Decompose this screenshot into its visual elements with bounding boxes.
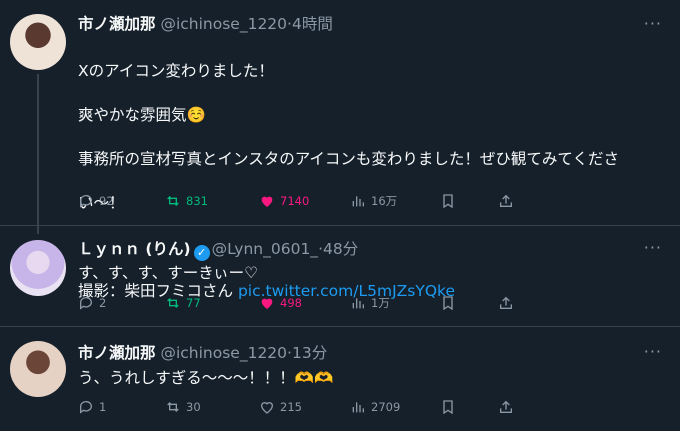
reply-button[interactable]: 2 [78, 295, 106, 311]
retweet-button[interactable]: 77 [165, 295, 201, 311]
tweet-3[interactable]: 市ノ瀬加那 @ichinose_1220·13分 ··· う、うれしすぎる〜〜〜… [0, 327, 680, 431]
action-bar: 1 30 215 2709 [78, 399, 518, 415]
timestamp[interactable]: 4時間 [292, 15, 333, 33]
avatar[interactable] [10, 240, 66, 296]
share-icon [500, 296, 512, 309]
bookmark-icon [443, 400, 453, 415]
reply-button[interactable]: 1 [78, 399, 106, 415]
reply-count: 1 [99, 400, 107, 414]
share-button[interactable] [498, 193, 519, 209]
views-button[interactable]: 16万 [350, 193, 397, 209]
retweet-icon [167, 298, 179, 308]
retweet-count: 831 [186, 194, 208, 208]
reply-icon [79, 297, 92, 310]
retweet-count: 77 [186, 296, 201, 310]
bookmark-button[interactable] [440, 193, 461, 209]
views-chart-icon [352, 402, 364, 413]
share-button[interactable] [498, 399, 519, 415]
user-handle[interactable]: @ichinose_1220 [160, 344, 287, 362]
share-icon [500, 194, 512, 207]
reply-count: 2 [99, 296, 107, 310]
tweet-header: 市ノ瀬加那 @ichinose_1220·4時間 [78, 12, 333, 34]
display-name[interactable]: Ｌｙｎｎ (りん) [78, 240, 191, 258]
avatar[interactable] [10, 341, 66, 397]
like-button[interactable]: 498 [259, 295, 302, 311]
bookmark-button[interactable] [440, 295, 461, 311]
views-chart-icon [352, 196, 364, 207]
tweet-1[interactable]: 市ノ瀬加那 @ichinose_1220·4時間 ··· Xのアイコン変わりまし… [0, 0, 680, 300]
heart-icon [260, 402, 274, 414]
verified-badge-icon: ✓ [193, 245, 210, 261]
action-bar: 92 831 7140 16万 [78, 193, 518, 209]
timestamp[interactable]: 13分 [292, 344, 327, 362]
timestamp[interactable]: 48分 [323, 240, 358, 258]
reply-icon [79, 401, 92, 414]
bookmark-button[interactable] [440, 399, 461, 415]
views-button[interactable]: 2709 [350, 399, 400, 415]
like-count: 498 [280, 296, 302, 310]
view-count: 1万 [371, 296, 390, 310]
heart-icon [261, 196, 273, 207]
tweet-header: 市ノ瀬加那 @ichinose_1220·13分 [78, 341, 327, 363]
user-handle[interactable]: @ichinose_1220 [160, 15, 287, 33]
views-button[interactable]: 1万 [350, 295, 390, 311]
display-name[interactable]: 市ノ瀬加那 [78, 344, 156, 362]
tweet-line: 事務所の宣材写真とインスタのアイコンも変わりました！ぜひ観てみてくださ [78, 150, 619, 168]
more-options-icon[interactable]: ··· [644, 14, 662, 33]
like-button[interactable]: 7140 [259, 193, 309, 209]
more-options-icon[interactable]: ··· [644, 342, 662, 361]
like-count: 7140 [280, 194, 310, 208]
views-chart-icon [352, 298, 364, 309]
heart-icon [261, 298, 273, 309]
retweet-button[interactable]: 831 [165, 193, 208, 209]
bookmark-icon [443, 194, 453, 209]
retweet-count: 30 [186, 400, 201, 414]
reply-count: 92 [99, 194, 114, 208]
thread-connector [37, 74, 39, 234]
tweet-header: Ｌｙｎｎ (りん) ✓ @Lynn_0601_·48分 [78, 237, 358, 261]
like-count: 215 [280, 400, 302, 414]
share-icon [500, 400, 512, 413]
retweet-icon [167, 402, 179, 412]
more-options-icon[interactable]: ··· [644, 238, 662, 257]
share-button[interactable] [498, 295, 519, 311]
tweet-line: Xのアイコン変わりました！ [78, 62, 274, 80]
retweet-button[interactable]: 30 [165, 399, 201, 415]
action-bar: 2 77 498 1万 [78, 295, 518, 311]
like-button[interactable]: 215 [259, 399, 302, 415]
tweet-line: 爽やかな雰囲気☺️ [78, 106, 206, 124]
tweet-2[interactable]: Ｌｙｎｎ (りん) ✓ @Lynn_0601_·48分 ··· す、す、す、すーきぃ… [0, 226, 680, 326]
reply-icon [79, 195, 92, 208]
tweet-text: う、うれしすぎる〜〜〜！！！🫶🫶 [78, 369, 334, 387]
tweet-text: す、す、す、すーきぃー♡ [78, 264, 259, 282]
avatar[interactable] [10, 14, 66, 70]
retweet-icon [167, 196, 179, 206]
display-name[interactable]: 市ノ瀬加那 [78, 15, 156, 33]
view-count: 16万 [371, 194, 398, 208]
user-handle[interactable]: @Lynn_0601_ [212, 240, 318, 258]
bookmark-icon [443, 296, 453, 311]
view-count: 2709 [371, 400, 401, 414]
reply-button[interactable]: 92 [78, 193, 114, 209]
